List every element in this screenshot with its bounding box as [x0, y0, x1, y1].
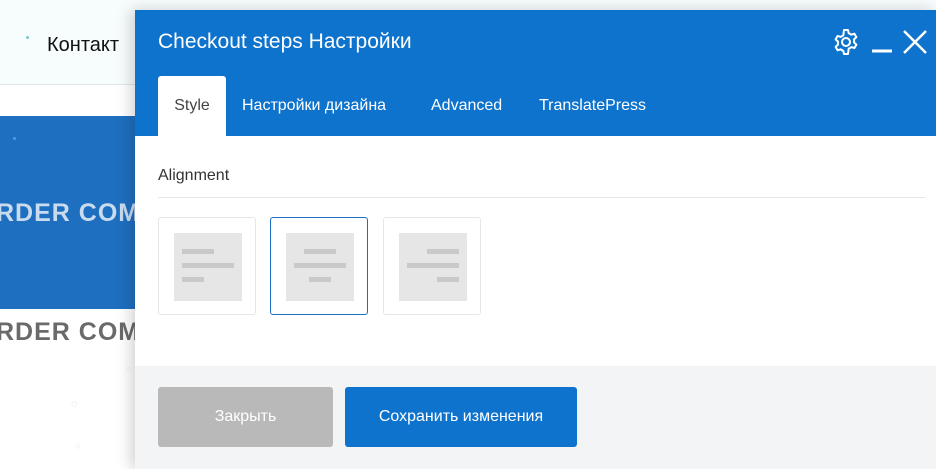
settings-modal: Checkout steps Настройки Style Настройки…	[135, 10, 936, 469]
align-right-icon	[399, 233, 467, 301]
gear-icon[interactable]	[832, 28, 860, 61]
tab-advanced[interactable]: Advanced	[431, 76, 502, 136]
sparkle-icon: ✦	[70, 400, 79, 411]
nav-link-contacts[interactable]: Контакт	[47, 34, 119, 57]
align-left-icon	[174, 233, 242, 301]
tab-style[interactable]: Style	[158, 76, 226, 136]
divider	[158, 197, 925, 198]
align-left-option[interactable]	[158, 217, 256, 315]
alignment-label: Alignment	[158, 167, 230, 184]
tab-translatepress[interactable]: TranslatePress	[539, 76, 646, 136]
modal-body: Alignment	[135, 136, 936, 366]
align-center-icon	[286, 233, 354, 301]
modal-header: Checkout steps Настройки Style Настройки…	[135, 10, 936, 136]
minimize-icon[interactable]	[871, 32, 893, 61]
close-button[interactable]: Закрыть	[158, 387, 333, 447]
decorative-dot	[13, 137, 16, 140]
sparkle-icon: ✦	[75, 444, 81, 451]
align-right-option[interactable]	[383, 217, 481, 315]
hero-heading: RDER COM	[0, 199, 141, 227]
close-icon[interactable]	[902, 29, 928, 60]
sparkle-icon: ✦	[126, 367, 132, 373]
decorative-dot	[26, 36, 29, 39]
modal-title: Checkout steps Настройки	[158, 30, 412, 53]
modal-footer: Закрыть Сохранить изменения	[135, 366, 936, 469]
align-center-option[interactable]	[270, 217, 368, 315]
save-changes-button[interactable]: Сохранить изменения	[345, 387, 577, 447]
tab-design-settings[interactable]: Настройки дизайна	[242, 76, 386, 136]
